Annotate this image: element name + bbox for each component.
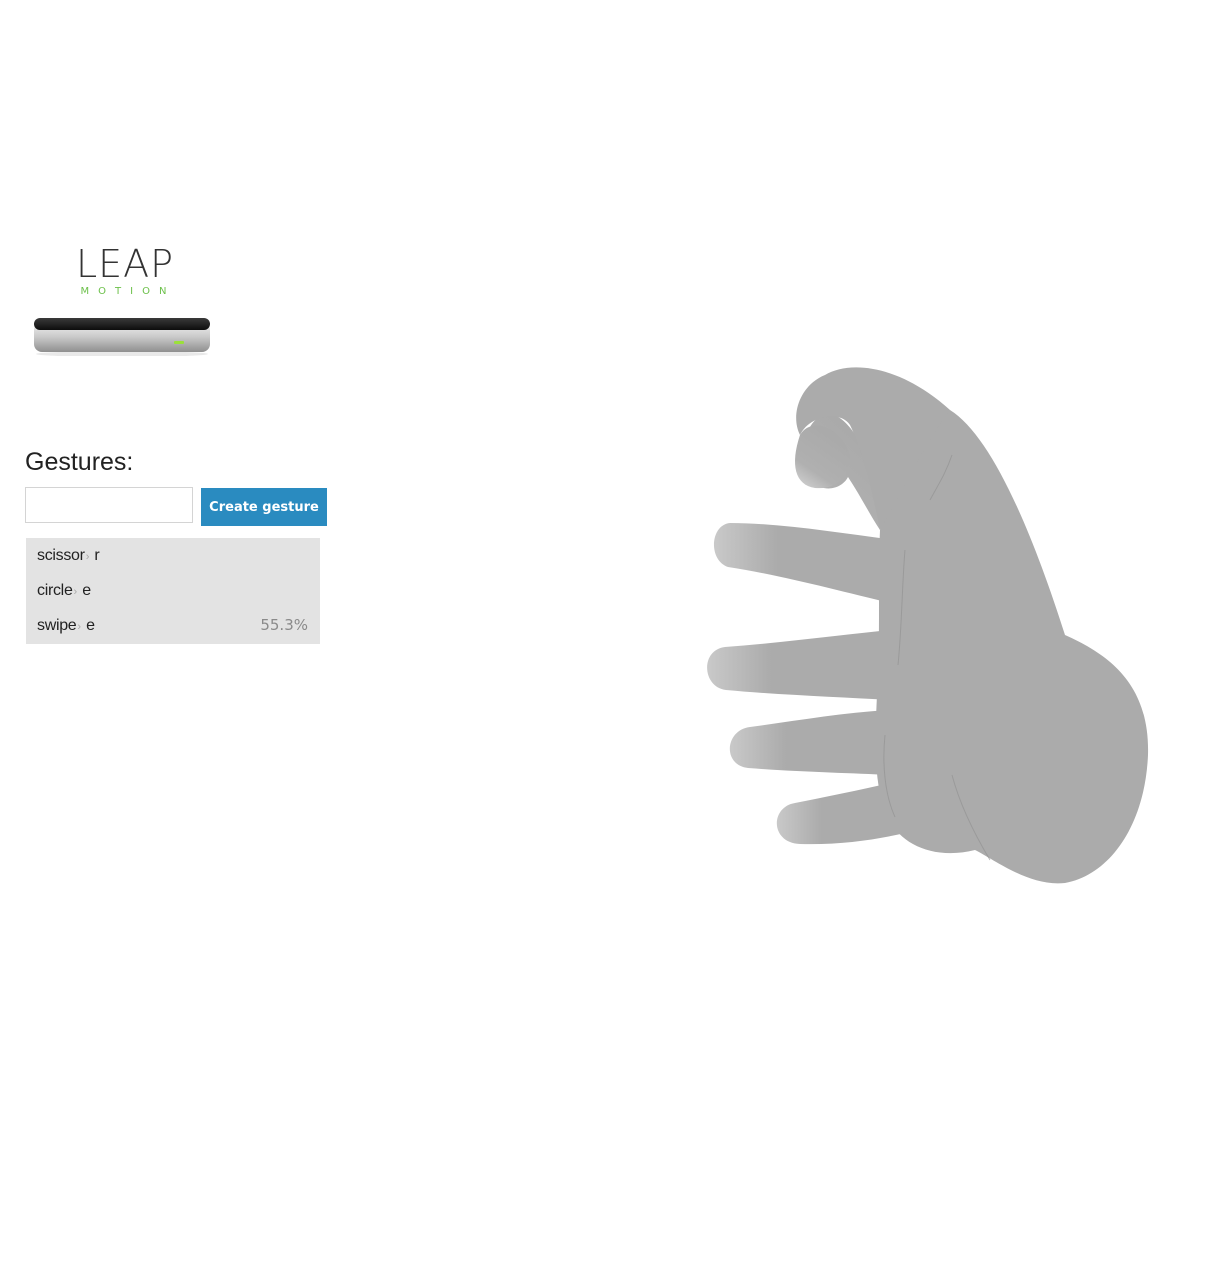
logo-subtitle: MOTION xyxy=(80,286,176,297)
gesture-item-circle[interactable]: circle› e xyxy=(26,573,320,608)
logo-wordmark: LEAP xyxy=(75,242,175,286)
gesture-name-input[interactable] xyxy=(25,487,193,523)
chevron-right-icon: › xyxy=(77,621,82,633)
gesture-name: circle xyxy=(37,582,73,599)
gesture-key: e xyxy=(82,582,92,599)
chevron-right-icon: › xyxy=(73,586,78,598)
chevron-right-icon: › xyxy=(85,551,90,563)
leap-motion-logo: LEAP MOTION xyxy=(18,212,232,422)
create-gesture-button[interactable]: Create gesture xyxy=(201,488,327,526)
gesture-name: scissor xyxy=(37,547,85,564)
gesture-confidence: 55.3% xyxy=(260,616,308,634)
gesture-list: scissor› r circle› e swipe› e 55.3% xyxy=(26,538,320,644)
gesture-key: r xyxy=(94,547,100,564)
leap-device-icon xyxy=(34,318,210,356)
gestures-heading: Gestures: xyxy=(25,448,134,476)
hand-model-icon xyxy=(707,367,1149,884)
gesture-item-swipe[interactable]: swipe› e 55.3% xyxy=(26,608,320,643)
gesture-key: e xyxy=(86,617,95,634)
gesture-name: swipe xyxy=(37,617,77,634)
gesture-item-scissor[interactable]: scissor› r xyxy=(26,538,320,573)
